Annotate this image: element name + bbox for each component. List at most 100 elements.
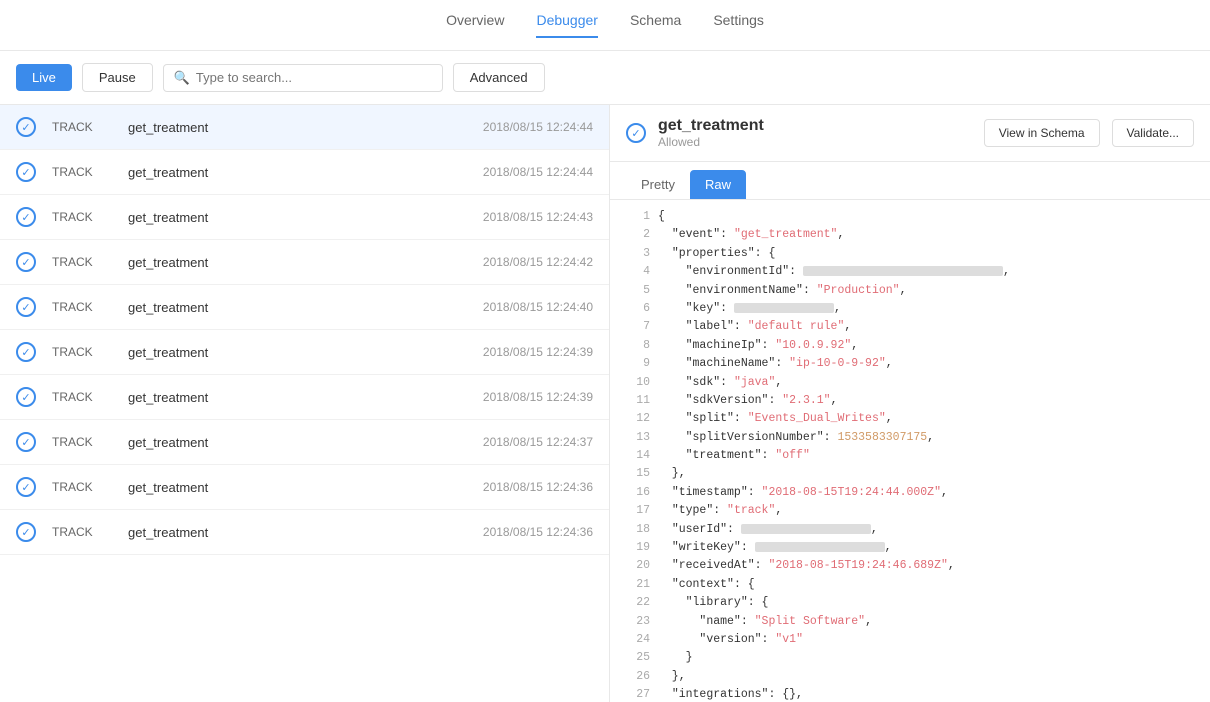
line-content: "sdkVersion": "2.3.1",	[658, 392, 837, 410]
event-type: TRACK	[52, 165, 112, 179]
live-button[interactable]: Live	[16, 64, 72, 91]
line-number: 4	[626, 263, 650, 281]
json-line: 19 "writeKey": ,	[626, 539, 1194, 557]
line-content: "integrations": {},	[658, 686, 803, 702]
view-schema-button[interactable]: View in Schema	[984, 119, 1100, 147]
json-line: 2 "event": "get_treatment",	[626, 226, 1194, 244]
line-number: 11	[626, 392, 650, 410]
line-content: "name": "Split Software",	[658, 613, 872, 631]
line-number: 12	[626, 410, 650, 428]
line-number: 17	[626, 502, 650, 520]
event-name: get_treatment	[128, 345, 467, 360]
event-time: 2018/08/15 12:24:40	[483, 300, 593, 314]
line-content: "sdk": "java",	[658, 374, 782, 392]
json-line: 27 "integrations": {},	[626, 686, 1194, 702]
check-icon: ✓	[16, 162, 36, 182]
event-row[interactable]: ✓ TRACK get_treatment 2018/08/15 12:24:4…	[0, 195, 609, 240]
event-time: 2018/08/15 12:24:39	[483, 390, 593, 404]
event-title-name: get_treatment	[658, 117, 972, 135]
event-row[interactable]: ✓ TRACK get_treatment 2018/08/15 12:24:3…	[0, 375, 609, 420]
line-number: 24	[626, 631, 650, 649]
check-icon: ✓	[16, 117, 36, 137]
json-content: 1{2 "event": "get_treatment",3 "properti…	[610, 200, 1210, 702]
json-line: 3 "properties": {	[626, 245, 1194, 263]
line-number: 18	[626, 521, 650, 539]
line-number: 9	[626, 355, 650, 373]
detail-tab-pretty[interactable]: Pretty	[626, 170, 690, 199]
event-name: get_treatment	[128, 525, 467, 540]
advanced-button[interactable]: Advanced	[453, 63, 545, 92]
line-content: "treatment": "off"	[658, 447, 810, 465]
line-number: 27	[626, 686, 650, 702]
line-content: "key": ,	[658, 300, 841, 318]
line-number: 16	[626, 484, 650, 502]
event-time: 2018/08/15 12:24:43	[483, 210, 593, 224]
nav-schema[interactable]: Schema	[630, 12, 681, 38]
line-content: "split": "Events_Dual_Writes",	[658, 410, 893, 428]
line-content: },	[658, 668, 686, 686]
event-row[interactable]: ✓ TRACK get_treatment 2018/08/15 12:24:4…	[0, 285, 609, 330]
line-number: 2	[626, 226, 650, 244]
event-type: TRACK	[52, 300, 112, 314]
detail-panel: ✓ get_treatment Allowed View in Schema V…	[610, 105, 1210, 702]
event-row[interactable]: ✓ TRACK get_treatment 2018/08/15 12:24:3…	[0, 330, 609, 375]
line-content: },	[658, 465, 686, 483]
line-number: 13	[626, 429, 650, 447]
event-name: get_treatment	[128, 165, 467, 180]
line-number: 8	[626, 337, 650, 355]
line-number: 3	[626, 245, 650, 263]
event-row[interactable]: ✓ TRACK get_treatment 2018/08/15 12:24:3…	[0, 420, 609, 465]
line-number: 26	[626, 668, 650, 686]
line-number: 20	[626, 557, 650, 575]
line-number: 7	[626, 318, 650, 336]
line-content: "receivedAt": "2018-08-15T19:24:46.689Z"…	[658, 557, 955, 575]
line-number: 5	[626, 282, 650, 300]
event-type: TRACK	[52, 210, 112, 224]
line-number: 25	[626, 649, 650, 667]
json-line: 20 "receivedAt": "2018-08-15T19:24:46.68…	[626, 557, 1194, 575]
json-line: 10 "sdk": "java",	[626, 374, 1194, 392]
check-icon: ✓	[16, 252, 36, 272]
json-line: 15 },	[626, 465, 1194, 483]
json-line: 14 "treatment": "off"	[626, 447, 1194, 465]
search-box: 🔍	[163, 64, 443, 92]
json-line: 16 "timestamp": "2018-08-15T19:24:44.000…	[626, 484, 1194, 502]
search-input[interactable]	[196, 70, 432, 85]
event-time: 2018/08/15 12:24:44	[483, 165, 593, 179]
pause-button[interactable]: Pause	[82, 63, 153, 92]
event-row[interactable]: ✓ TRACK get_treatment 2018/08/15 12:24:4…	[0, 240, 609, 285]
event-row[interactable]: ✓ TRACK get_treatment 2018/08/15 12:24:4…	[0, 105, 609, 150]
event-time: 2018/08/15 12:24:39	[483, 345, 593, 359]
event-row[interactable]: ✓ TRACK get_treatment 2018/08/15 12:24:4…	[0, 150, 609, 195]
line-content: "machineName": "ip-10-0-9-92",	[658, 355, 893, 373]
detail-header: ✓ get_treatment Allowed View in Schema V…	[610, 105, 1210, 162]
event-title-status: Allowed	[658, 135, 972, 149]
validate-button[interactable]: Validate...	[1112, 119, 1194, 147]
line-content: "properties": {	[658, 245, 775, 263]
json-line: 13 "splitVersionNumber": 1533583307175,	[626, 429, 1194, 447]
line-content: "type": "track",	[658, 502, 782, 520]
nav-settings[interactable]: Settings	[713, 12, 764, 38]
event-type: TRACK	[52, 390, 112, 404]
line-number: 21	[626, 576, 650, 594]
nav-debugger[interactable]: Debugger	[536, 12, 598, 38]
json-line: 8 "machineIp": "10.0.9.92",	[626, 337, 1194, 355]
json-line: 21 "context": {	[626, 576, 1194, 594]
line-number: 23	[626, 613, 650, 631]
event-time: 2018/08/15 12:24:42	[483, 255, 593, 269]
json-line: 6 "key": ,	[626, 300, 1194, 318]
line-content: "timestamp": "2018-08-15T19:24:44.000Z",	[658, 484, 948, 502]
line-number: 6	[626, 300, 650, 318]
check-icon: ✓	[16, 342, 36, 362]
detail-tab-raw[interactable]: Raw	[690, 170, 746, 199]
line-content: "userId": ,	[658, 521, 878, 539]
status-icon: ✓	[626, 123, 646, 143]
event-row[interactable]: ✓ TRACK get_treatment 2018/08/15 12:24:3…	[0, 510, 609, 555]
line-content: "environmentId": ,	[658, 263, 1010, 281]
line-content: "version": "v1"	[658, 631, 803, 649]
event-row[interactable]: ✓ TRACK get_treatment 2018/08/15 12:24:3…	[0, 465, 609, 510]
json-line: 5 "environmentName": "Production",	[626, 282, 1194, 300]
event-name: get_treatment	[128, 210, 467, 225]
event-time: 2018/08/15 12:24:36	[483, 480, 593, 494]
nav-overview[interactable]: Overview	[446, 12, 504, 38]
